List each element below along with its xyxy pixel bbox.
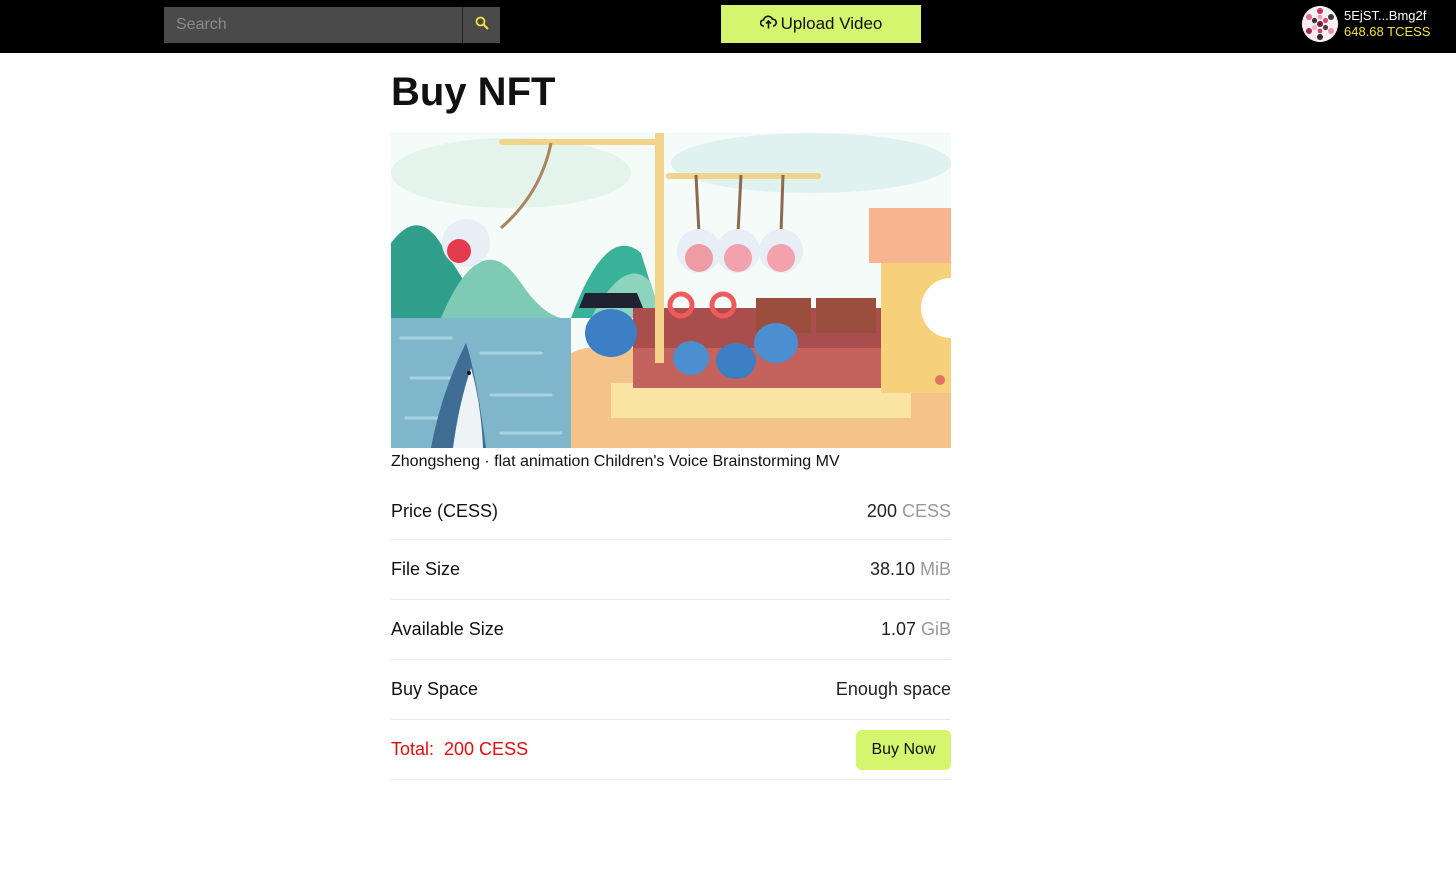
buy-now-button[interactable]: Buy Now [856, 729, 951, 770]
buy-space-status: Enough space [835, 679, 951, 699]
search-button[interactable] [462, 7, 500, 43]
purchase-details: Price (CESS) 200 CESS File Size 38.10 MiB … [391, 501, 951, 780]
available-size-unit: GiB [920, 619, 951, 639]
search-input[interactable] [164, 7, 462, 43]
price-unit: CESS [901, 501, 951, 521]
file-size-row: File Size 38.10 MiB [391, 540, 951, 600]
cloud-upload-icon [759, 14, 777, 34]
total-amount: Total: 200 CESS [391, 739, 529, 759]
account-address: 5EjST...Bmg2f [1344, 8, 1427, 23]
upload-video-button[interactable]: Upload Video [721, 5, 921, 43]
avatar [1302, 6, 1338, 42]
available-size-value-group: 1.07 GiB [881, 619, 951, 640]
search-icon [475, 16, 489, 35]
upload-video-label: Upload Video [780, 14, 883, 33]
account-info[interactable]: 5EjST...Bmg2f 648.68 TCESS [1302, 5, 1430, 43]
buy-space-row: Buy Space Enough space [391, 660, 951, 720]
search-box [164, 7, 500, 43]
price-value: 200 [866, 501, 897, 521]
top-bar: Upload Video 5EjST...Bmg2f [0, 0, 1456, 53]
video-cover-image[interactable] [391, 133, 951, 448]
file-size-unit: MiB [920, 559, 951, 579]
price-row: Price (CESS) 200 CESS [391, 501, 951, 540]
price-label: Price (CESS) [391, 501, 499, 521]
available-size-value: 1.07 [880, 619, 916, 639]
price-value-group: 200 CESS [867, 501, 951, 522]
video-title: Zhongsheng · flat animation Children's V… [391, 453, 840, 470]
account-balance: 648.68 TCESS [1344, 24, 1431, 39]
file-size-label: File Size [391, 559, 461, 579]
total-row: Total: 200 CESS Buy Now [391, 720, 951, 780]
page-title: Buy NFT [391, 70, 556, 114]
file-size-value: 38.10 [869, 559, 915, 579]
available-size-row: Available Size 1.07 GiB [391, 600, 951, 660]
file-size-value-group: 38.10 MiB [870, 559, 951, 580]
available-size-label: Available Size [391, 619, 504, 639]
buy-nft-panel: Buy NFT Zhongsheng · flat animation Chil… [391, 60, 951, 780]
buy-space-label: Buy Space [391, 679, 479, 699]
